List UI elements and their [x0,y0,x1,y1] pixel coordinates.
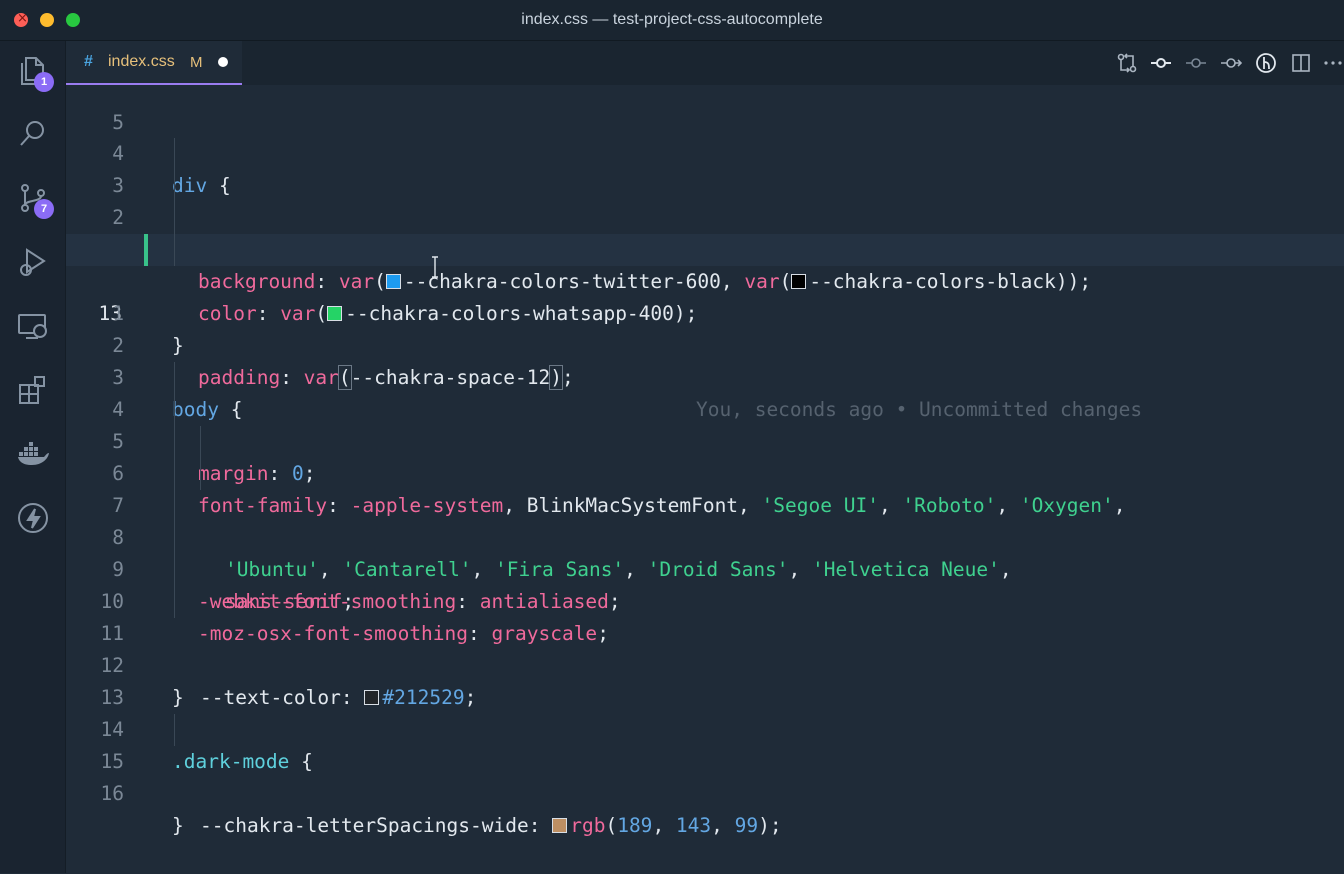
code-line: 1 color: var(--chakra-colors-whatsapp-40… [66,202,1344,325]
punctuation: , [652,814,676,837]
text-cursor-icon [432,256,438,278]
timeline-commit-icon[interactable] [1150,52,1172,74]
indent-guide [174,490,175,522]
punctuation: } [172,814,184,837]
docker-icon[interactable] [16,437,50,471]
code-line: 4 margin: 0; [66,362,1344,485]
code-line: 8 -webkit-font-smoothing: antialiased; [66,490,1344,613]
function: rgb [570,814,606,837]
indent-guide [174,586,175,618]
extensions-icon[interactable] [16,373,50,407]
run-debug-icon[interactable] [16,245,50,279]
code-line: 3 body { [66,330,1344,421]
code-line: 6 'Ubuntu', 'Cantarell', 'Fira Sans', 'D… [66,426,1344,581]
number: 99 [734,814,759,837]
current-code-line: 13 padding: var(--chakra-space-12); You,… [66,234,1344,421]
punctuation: , [711,814,735,837]
open-changes-icon[interactable] [1116,52,1138,74]
code-line: 13 [66,650,1344,709]
code-line: 9 -moz-osx-font-smoothing: grayscale; [66,522,1344,645]
punctuation: ); [758,814,782,837]
code-line: 2 background: var(--chakra-colors-twitte… [66,170,1344,293]
code-line: 4 div { [66,106,1344,197]
title-bar: index.css — test-project-css-autocomplet… [0,0,1344,41]
source-control-badge: 7 [34,199,54,219]
tab-label: index.css [108,53,175,70]
punctuation: ( [605,814,618,837]
indent-guide [174,394,175,426]
indent-guide [174,362,175,394]
indent-guide [174,138,175,170]
explorer-icon[interactable]: 1 [16,54,54,92]
indent-guide [174,458,175,490]
source-control-icon[interactable]: 7 [16,181,54,219]
code-line: 11 --text-color: #212529; [66,586,1344,709]
color-swatch[interactable] [552,818,568,833]
code-line: 1 } [66,266,1344,357]
thunder-client-icon[interactable] [16,501,50,535]
indent-guide [174,234,175,266]
line-number: 16 [100,782,124,805]
gitlens-icon[interactable] [1255,52,1277,74]
search-icon[interactable] [16,117,50,151]
code-line: 5 font-family: -apple-system, BlinkMacSy… [66,394,1344,517]
css-file-icon: # [84,53,93,70]
indent-guide [174,522,175,554]
indent-guide [174,426,175,458]
indent-guide [174,202,175,234]
indent-guide [200,426,201,458]
code-line: 7 sans-serif; [66,458,1344,613]
punctuation: : [528,814,553,837]
css-variable: --chakra-letterSpacings-wide [200,814,529,837]
split-editor-icon[interactable] [1290,52,1312,74]
more-actions-icon[interactable] [1322,52,1344,74]
code-line: 2 [66,298,1344,357]
code-line: 10 [66,554,1344,613]
modified-indicator: M [190,54,203,71]
code-line: 12 } [66,618,1344,709]
indent-guide [174,714,175,746]
remote-explorer-icon[interactable] [16,309,50,343]
previous-commit-icon[interactable] [1185,52,1207,74]
window-title: index.css — test-project-css-autocomplet… [521,11,823,28]
code-line: 3 text-align: center; [66,138,1344,261]
indent-guide [174,554,175,586]
code-line: 16 } [66,746,1344,837]
number: 189 [617,814,653,837]
code-line: 5 [66,75,1344,134]
explorer-badge: 1 [34,72,54,92]
next-commit-icon[interactable] [1220,52,1243,74]
unsaved-dot-icon[interactable] [218,57,228,67]
code-editor[interactable]: 5 4 div { 3 text-align: center; 2 backgr… [66,86,1344,873]
number: 143 [675,814,712,837]
git-change-indicator[interactable] [144,234,148,266]
code-line: 15 --chakra-letterSpacings-wide: rgb(189… [66,714,1344,837]
indent-guide [200,458,201,490]
indent-guide [174,170,175,202]
code-line: 14 .dark-mode { [66,682,1344,773]
activity-bar: 1 7 [0,41,66,873]
